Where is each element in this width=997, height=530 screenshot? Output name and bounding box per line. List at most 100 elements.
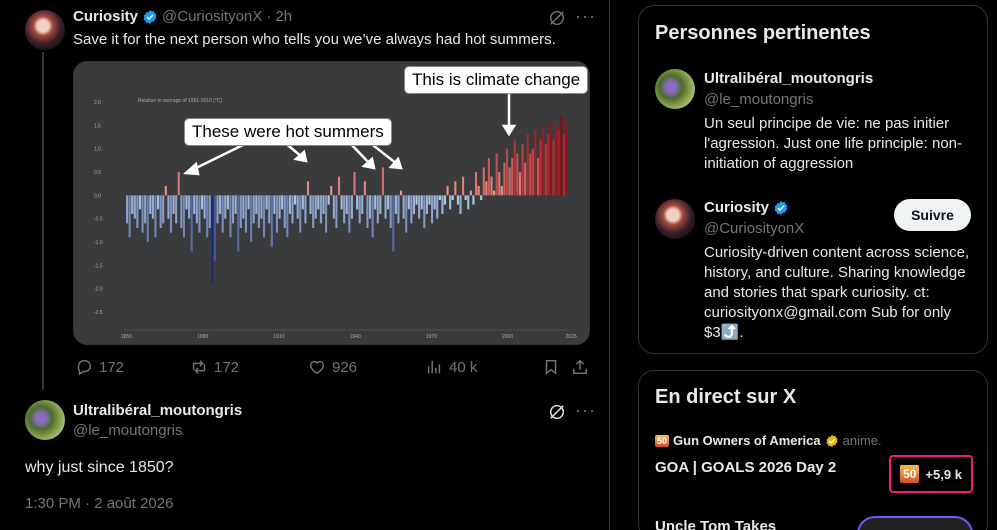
x-tick-label: 2000 — [502, 334, 513, 340]
chart-bar — [508, 167, 511, 196]
post-time[interactable]: · 2h — [266, 8, 292, 25]
chart-bar — [291, 195, 294, 224]
chart-bar — [480, 195, 483, 200]
callout-climate-change: This is climate change — [404, 66, 589, 94]
person-handle[interactable]: @CuriosityonX — [704, 220, 804, 237]
chart-bar — [185, 195, 188, 210]
avatar[interactable] — [655, 69, 695, 109]
chart-bar — [358, 195, 361, 224]
chart-bar — [474, 172, 478, 196]
live-badge-icon: 50 — [655, 434, 670, 447]
chart-bar — [208, 195, 211, 228]
y-tick-label: 2.0 — [94, 100, 101, 106]
chart-bar — [281, 195, 284, 210]
author-name[interactable]: Curiosity — [73, 8, 138, 25]
post-timestamp[interactable]: 1:30 PM · 2 août 2026 — [25, 495, 173, 512]
more-icon[interactable]: ··· — [575, 6, 596, 27]
live-badge-icon: 50 — [900, 465, 920, 483]
chart-bar — [159, 195, 162, 228]
avatar[interactable] — [25, 400, 65, 440]
chart-bar — [206, 195, 209, 238]
person-name-row: Curiosity — [704, 199, 789, 216]
share-icon — [572, 359, 588, 375]
live-event-title[interactable]: GOA | GOALS 2026 Day 2 — [655, 459, 836, 476]
next-live-avatars[interactable] — [857, 516, 973, 530]
person-handle[interactable]: @le_moutongris — [704, 91, 813, 108]
chart-bar — [309, 195, 312, 214]
next-live-title[interactable]: Uncle Tom Takes — [655, 518, 776, 530]
chart-bar — [262, 195, 266, 238]
like-button[interactable]: 926 — [308, 358, 357, 376]
chart-bar — [513, 139, 516, 196]
x-tick-label: 1880 — [197, 334, 208, 340]
chart-bar — [565, 120, 568, 196]
chart-bar — [389, 195, 392, 228]
author-handle[interactable]: @le_moutongris — [73, 422, 182, 439]
chart-bar — [387, 195, 390, 210]
chart-bar — [172, 195, 175, 214]
chart-bar — [136, 195, 139, 228]
climate-bar-chart: Relative to average of 1961-2010 [°C] 2.… — [94, 94, 577, 340]
author-handle[interactable]: @CuriosityonX — [162, 8, 262, 25]
share-button[interactable] — [571, 358, 589, 376]
verified-icon — [774, 200, 788, 215]
arrow-1 — [191, 140, 250, 172]
arrowhead-1 — [183, 161, 200, 176]
chart-bar — [441, 195, 444, 214]
y-tick-label: -2.5 — [94, 310, 103, 316]
chart-bar — [482, 167, 485, 196]
follow-button[interactable]: Suivre — [894, 199, 971, 231]
author-name[interactable]: Ultralibéral_moutongris — [73, 402, 242, 419]
chart-bar — [464, 195, 467, 200]
person-name[interactable]: Ultralibéral_moutongris — [704, 70, 873, 87]
chart-bar — [536, 158, 540, 196]
bookmark-button[interactable] — [542, 358, 560, 376]
chart-bar — [469, 190, 472, 196]
chart-bar — [472, 195, 475, 205]
chart-bar — [495, 153, 498, 196]
y-tick-label: -0.5 — [94, 217, 103, 223]
person-name[interactable]: Curiosity — [704, 199, 769, 216]
grok-icon[interactable] — [548, 9, 566, 27]
host-action: anime. — [842, 433, 882, 448]
chart-bar — [526, 134, 529, 196]
chart-bar — [438, 195, 441, 200]
chart-bar — [431, 195, 434, 224]
repost-button[interactable]: 172 — [190, 358, 239, 376]
views-count: 40 k — [449, 358, 478, 376]
reply-button[interactable]: 172 — [75, 358, 124, 376]
chart-bar — [529, 153, 532, 196]
main-column: Curiosity @CuriosityonX · 2h ··· Save it… — [0, 0, 610, 530]
chart-bar — [190, 195, 193, 252]
tweet-media-chart[interactable]: Relative to average of 1961-2010 [°C] 2.… — [73, 61, 590, 345]
verified-icon — [143, 9, 157, 24]
chart-bar — [317, 195, 320, 210]
chart-bar — [162, 195, 165, 224]
chart-bar — [164, 186, 167, 196]
chart-bar — [157, 195, 160, 210]
chart-bar — [451, 195, 454, 200]
grok-icon[interactable] — [548, 403, 566, 421]
chart-bar — [547, 134, 550, 196]
chart-bar — [392, 195, 395, 252]
chart-bar — [126, 195, 129, 224]
avatar[interactable] — [655, 199, 695, 239]
more-icon[interactable]: ··· — [575, 400, 596, 421]
chart-bar — [283, 195, 286, 228]
chart-bar — [428, 195, 431, 205]
chart-bar — [505, 148, 509, 196]
chart-bar — [397, 195, 400, 224]
views-button[interactable]: 40 k — [425, 358, 477, 376]
chart-bar — [456, 195, 459, 205]
live-host-row[interactable]: 50 Gun Owners of America anime. — [655, 433, 882, 448]
avatar[interactable] — [25, 10, 65, 50]
y-tick-label: 1.0 — [94, 147, 101, 153]
chart-bar — [371, 195, 374, 238]
chart-bar — [521, 144, 524, 196]
chart-bar — [128, 195, 131, 238]
chart-bar — [234, 195, 237, 214]
live-listeners[interactable]: 50 +5,9 k — [889, 455, 973, 493]
chart-bar — [433, 195, 436, 210]
chart-bar — [319, 195, 322, 224]
chart-bar — [498, 172, 501, 196]
